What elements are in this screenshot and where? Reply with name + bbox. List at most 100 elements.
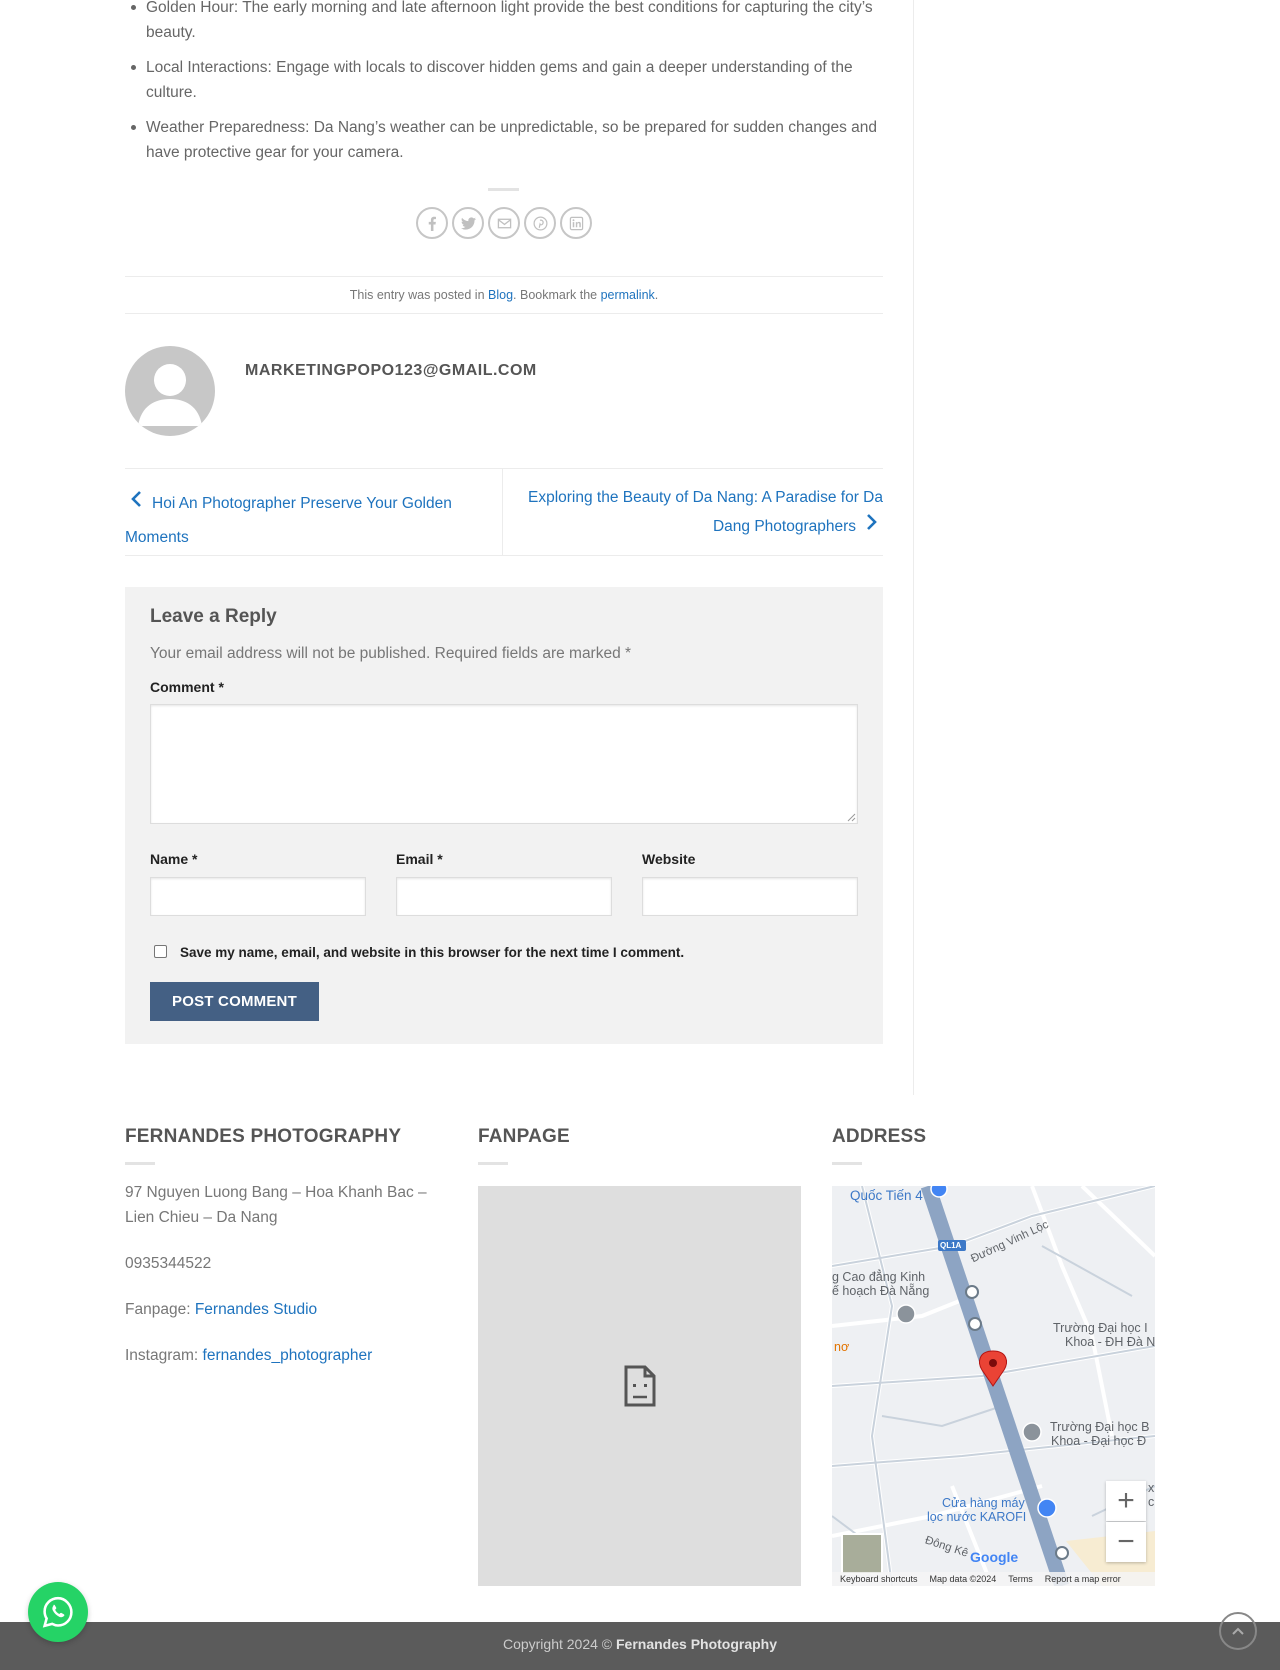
previous-post-link[interactable]: Hoi An Photographer Preserve Your Golden… <box>125 491 452 547</box>
map-label: Trường Đại học B <box>1050 1420 1150 1434</box>
website-field[interactable] <box>642 877 858 916</box>
map-label: nơ <box>834 1340 850 1354</box>
map-data-text: Map data ©2024 <box>929 1574 997 1584</box>
entry-meta-suffix: . <box>654 288 659 302</box>
map-label: Khoa - Đại học Đ <box>1051 1434 1147 1448</box>
zoom-in-button[interactable]: + <box>1106 1481 1146 1521</box>
reply-title: Leave a Reply <box>150 606 277 627</box>
comment-form: Leave a Reply Your email address will no… <box>125 587 883 1044</box>
share-facebook-button[interactable] <box>416 207 448 239</box>
whatsapp-icon <box>42 1596 73 1628</box>
footer-phone: 0935344522 <box>125 1255 212 1272</box>
article-bullet-list: Golden Hour: The early morning and late … <box>125 0 885 175</box>
chevron-left-icon <box>131 487 142 521</box>
chevron-up-icon <box>1232 1627 1244 1635</box>
reply-notes: Your email address will not be published… <box>150 645 632 662</box>
share-buttons <box>416 207 592 239</box>
next-post-link[interactable]: Exploring the Beauty of Da Nang: A Parad… <box>528 489 883 535</box>
nav-next: Exploring the Beauty of Da Nang: A Parad… <box>503 469 883 555</box>
map-label: cl <box>1148 1495 1155 1509</box>
map-label: Cửa hàng máy <box>942 1496 1025 1510</box>
email-icon <box>497 218 511 228</box>
facebook-icon <box>428 216 436 231</box>
list-item: Weather Preparedness: Da Nang’s weather … <box>125 115 885 165</box>
back-to-top-button[interactable] <box>1219 1612 1257 1650</box>
map-label: g Cao đẳng Kinh <box>832 1270 926 1284</box>
fanpage-label: Fanpage: <box>125 1301 195 1318</box>
list-item: Golden Hour: The early morning and late … <box>125 0 885 45</box>
report-map-error-link[interactable]: Report a map error <box>1045 1574 1121 1584</box>
keyboard-shortcuts-link[interactable]: Keyboard shortcuts <box>840 1574 918 1584</box>
footer-contact-title: FERNANDES PHOTOGRAPHY <box>125 1126 402 1147</box>
footer-fanpage-column: FANPAGE <box>478 1126 570 1165</box>
author-name: MARKETINGPOPO123@GMAIL.COM <box>245 362 537 379</box>
avatar <box>125 346 215 436</box>
minus-icon: − <box>1117 1525 1135 1558</box>
google-map[interactable]: Quốc Tiến 4 QL1A Đường Vinh Lộc g Cao đẳ… <box>832 1186 1155 1586</box>
map-label: ế hoạch Đà Nẵng <box>832 1284 930 1298</box>
instagram-link[interactable]: fernandes_photographer <box>203 1347 373 1364</box>
whatsapp-chat-button[interactable] <box>28 1582 88 1642</box>
comment-textarea[interactable] <box>150 704 858 824</box>
author-box: MARKETINGPOPO123@GMAIL.COM <box>125 346 536 436</box>
copyright-brand: Fernandes Photography <box>616 1636 778 1652</box>
broken-page-icon <box>624 1365 655 1407</box>
entry-meta-middle: . Bookmark the <box>513 288 601 302</box>
nav-previous: Hoi An Photographer Preserve Your Golden… <box>125 469 503 555</box>
entry-meta-prefix: This entry was posted in <box>349 288 488 302</box>
post-navigation: Hoi An Photographer Preserve Your Golden… <box>125 468 883 556</box>
save-info-checkbox[interactable] <box>154 945 167 958</box>
previous-post-title: Hoi An Photographer Preserve Your Golden… <box>125 495 452 547</box>
next-post-title: Exploring the Beauty of Da Nang: A Parad… <box>528 489 883 535</box>
name-label: Name * <box>150 851 198 867</box>
map-footer: Keyboard shortcuts Map data ©2024 Terms … <box>832 1572 1155 1586</box>
footer-fanpage: Fanpage: Fernandes Studio <box>125 1297 435 1322</box>
email-field[interactable] <box>396 877 612 916</box>
footer-address-column: ADDRESS <box>832 1126 926 1165</box>
map-label: x <box>1148 1481 1155 1495</box>
footer-instagram: Instagram: fernandes_photographer <box>125 1343 435 1368</box>
name-field[interactable] <box>150 877 366 916</box>
footer-contact-column: FERNANDES PHOTOGRAPHY 97 Nguyen Luong Ba… <box>125 1126 435 1368</box>
copyright-prefix: Copyright 2024 © <box>502 1636 616 1652</box>
fanpage-link[interactable]: Fernandes Studio <box>195 1301 317 1318</box>
google-logo: Google <box>970 1549 1019 1565</box>
linkedin-icon <box>569 216 583 230</box>
footer-title-divider <box>478 1162 508 1165</box>
pinterest-icon <box>533 216 547 230</box>
twitter-icon <box>460 216 476 230</box>
map-label: Trường Đại học I <box>1053 1321 1148 1335</box>
footer-title-divider <box>832 1162 862 1165</box>
share-divider <box>488 188 519 191</box>
email-label: Email * <box>396 851 443 867</box>
share-twitter-button[interactable] <box>452 207 484 239</box>
zoom-out-button[interactable]: − <box>1106 1522 1146 1562</box>
entry-meta: This entry was posted in Blog. Bookmark … <box>125 276 883 314</box>
list-item: Local Interactions: Engage with locals t… <box>125 55 885 105</box>
map-label: QL1A <box>940 1241 962 1250</box>
resize-handle-icon <box>847 813 856 822</box>
chevron-right-icon <box>866 512 877 541</box>
plus-icon: + <box>1117 1484 1135 1517</box>
share-pinterest-button[interactable] <box>524 207 556 239</box>
website-label: Website <box>642 851 696 867</box>
share-linkedin-button[interactable] <box>560 207 592 239</box>
footer-fanpage-title: FANPAGE <box>478 1126 570 1147</box>
map-label: Quốc Tiến 4 <box>850 1188 923 1203</box>
footer-address: 97 Nguyen Luong Bang – Hoa Khanh Bac – L… <box>125 1184 427 1226</box>
sidebar-divider <box>913 0 914 1095</box>
map-label: Khoa - ĐH Đà N <box>1065 1335 1155 1349</box>
category-link[interactable]: Blog <box>488 288 513 302</box>
footer-address-title: ADDRESS <box>832 1126 927 1147</box>
terms-link[interactable]: Terms <box>1008 1574 1033 1584</box>
comment-label: Comment * <box>150 679 224 695</box>
instagram-label: Instagram: <box>125 1347 203 1364</box>
permalink-link[interactable]: permalink <box>601 288 655 302</box>
fanpage-embed[interactable] <box>478 1186 801 1586</box>
save-info-label: Save my name, email, and website in this… <box>180 945 685 960</box>
user-silhouette-icon <box>138 364 202 426</box>
footer-title-divider <box>125 1162 155 1165</box>
map-label: lọc nước KAROFI <box>927 1510 1027 1524</box>
share-email-button[interactable] <box>488 207 520 239</box>
post-comment-button[interactable]: POST COMMENT <box>150 982 319 1021</box>
